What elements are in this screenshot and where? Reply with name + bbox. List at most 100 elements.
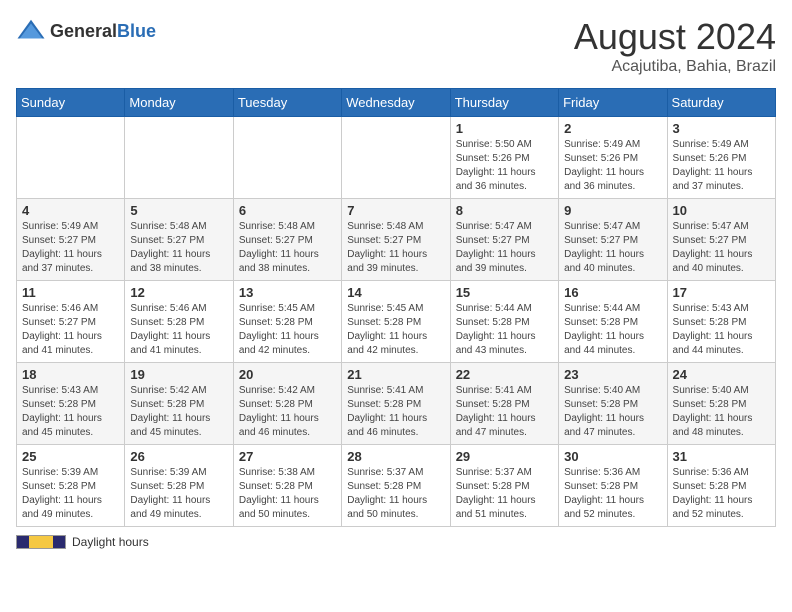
calendar-day-cell: 5 Sunrise: 5:48 AM Sunset: 5:27 PM Daylig… (125, 199, 233, 281)
day-of-week-header: Friday (559, 89, 667, 117)
day-info: Sunrise: 5:41 AM Sunset: 5:28 PM Dayligh… (456, 384, 553, 440)
calendar-footer: Daylight hours (16, 535, 776, 549)
day-number: 5 (130, 203, 227, 218)
day-number: 14 (347, 285, 444, 300)
calendar-day-cell: 1 Sunrise: 5:50 AM Sunset: 5:26 PM Daylig… (450, 117, 558, 199)
day-number: 13 (239, 285, 336, 300)
calendar-day-cell: 20Sunrise: 5:42 AM Sunset: 5:28 PM Dayli… (233, 363, 341, 445)
calendar-week-row: 1 Sunrise: 5:50 AM Sunset: 5:26 PM Daylig… (17, 117, 776, 199)
day-info: Sunrise: 5:38 AM Sunset: 5:28 PM Dayligh… (239, 466, 336, 522)
day-info: Sunrise: 5:47 AM Sunset: 5:27 PM Dayligh… (564, 220, 661, 276)
day-number: 27 (239, 449, 336, 464)
day-info: Sunrise: 5:48 AM Sunset: 5:27 PM Dayligh… (130, 220, 227, 276)
day-number: 19 (130, 367, 227, 382)
day-info: Sunrise: 5:40 AM Sunset: 5:28 PM Dayligh… (564, 384, 661, 440)
calendar-day-cell: 22Sunrise: 5:41 AM Sunset: 5:28 PM Dayli… (450, 363, 558, 445)
day-info: Sunrise: 5:36 AM Sunset: 5:28 PM Dayligh… (673, 466, 770, 522)
day-number: 16 (564, 285, 661, 300)
daylight-legend: Daylight hours (16, 535, 149, 549)
calendar-day-cell: 8Sunrise: 5:47 AM Sunset: 5:27 PM Daylig… (450, 199, 558, 281)
day-info: Sunrise: 5:49 AM Sunset: 5:27 PM Dayligh… (22, 220, 119, 276)
calendar-day-cell: 4 Sunrise: 5:49 AM Sunset: 5:27 PM Daylig… (17, 199, 125, 281)
day-number: 23 (564, 367, 661, 382)
day-info: Sunrise: 5:39 AM Sunset: 5:28 PM Dayligh… (22, 466, 119, 522)
calendar-day-cell (17, 117, 125, 199)
calendar-day-cell: 6 Sunrise: 5:48 AM Sunset: 5:27 PM Daylig… (233, 199, 341, 281)
day-of-week-header: Sunday (17, 89, 125, 117)
calendar-day-cell: 9 Sunrise: 5:47 AM Sunset: 5:27 PM Daylig… (559, 199, 667, 281)
calendar-day-cell: 27 Sunrise: 5:38 AM Sunset: 5:28 PM Dayli… (233, 445, 341, 527)
day-info: Sunrise: 5:45 AM Sunset: 5:28 PM Dayligh… (239, 302, 336, 358)
logo-text-general: General (50, 21, 117, 41)
calendar-day-cell: 12Sunrise: 5:46 AM Sunset: 5:28 PM Dayli… (125, 281, 233, 363)
logo-icon (16, 16, 46, 46)
calendar-day-cell: 28 Sunrise: 5:37 AM Sunset: 5:28 PM Dayli… (342, 445, 450, 527)
calendar-day-cell: 16 Sunrise: 5:44 AM Sunset: 5:28 PM Dayli… (559, 281, 667, 363)
day-of-week-header: Wednesday (342, 89, 450, 117)
day-number: 1 (456, 121, 553, 136)
calendar-day-cell: 26Sunrise: 5:39 AM Sunset: 5:28 PM Dayli… (125, 445, 233, 527)
day-number: 26 (130, 449, 227, 464)
day-info: Sunrise: 5:44 AM Sunset: 5:28 PM Dayligh… (456, 302, 553, 358)
daylight-label: Daylight hours (72, 535, 149, 549)
day-info: Sunrise: 5:45 AM Sunset: 5:28 PM Dayligh… (347, 302, 444, 358)
day-info: Sunrise: 5:46 AM Sunset: 5:27 PM Dayligh… (22, 302, 119, 358)
day-info: Sunrise: 5:43 AM Sunset: 5:28 PM Dayligh… (673, 302, 770, 358)
calendar-day-cell: 31Sunrise: 5:36 AM Sunset: 5:28 PM Dayli… (667, 445, 775, 527)
calendar-day-cell: 3Sunrise: 5:49 AM Sunset: 5:26 PM Daylig… (667, 117, 775, 199)
day-number: 24 (673, 367, 770, 382)
calendar-day-cell: 17 Sunrise: 5:43 AM Sunset: 5:28 PM Dayli… (667, 281, 775, 363)
calendar-day-cell: 21 Sunrise: 5:41 AM Sunset: 5:28 PM Dayli… (342, 363, 450, 445)
day-number: 20 (239, 367, 336, 382)
day-info: Sunrise: 5:44 AM Sunset: 5:28 PM Dayligh… (564, 302, 661, 358)
day-number: 25 (22, 449, 119, 464)
day-number: 21 (347, 367, 444, 382)
day-info: Sunrise: 5:47 AM Sunset: 5:27 PM Dayligh… (673, 220, 770, 276)
day-info: Sunrise: 5:50 AM Sunset: 5:26 PM Dayligh… (456, 138, 553, 194)
calendar-title: August 2024 (574, 16, 776, 58)
calendar-day-cell: 25 Sunrise: 5:39 AM Sunset: 5:28 PM Dayli… (17, 445, 125, 527)
day-info: Sunrise: 5:49 AM Sunset: 5:26 PM Dayligh… (564, 138, 661, 194)
logo-text-blue: Blue (117, 21, 156, 41)
calendar-day-cell (233, 117, 341, 199)
calendar-subtitle: Acajutiba, Bahia, Brazil (574, 58, 776, 76)
day-of-week-header: Saturday (667, 89, 775, 117)
day-of-week-header: Thursday (450, 89, 558, 117)
calendar-day-cell: 2 Sunrise: 5:49 AM Sunset: 5:26 PM Daylig… (559, 117, 667, 199)
day-number: 4 (22, 203, 119, 218)
legend-light (29, 536, 53, 548)
calendar-day-cell: 14 Sunrise: 5:45 AM Sunset: 5:28 PM Dayli… (342, 281, 450, 363)
day-info: Sunrise: 5:41 AM Sunset: 5:28 PM Dayligh… (347, 384, 444, 440)
day-info: Sunrise: 5:49 AM Sunset: 5:26 PM Dayligh… (673, 138, 770, 194)
legend-dark2 (53, 536, 65, 548)
title-block: August 2024 Acajutiba, Bahia, Brazil (574, 16, 776, 76)
day-number: 11 (22, 285, 119, 300)
calendar-week-row: 4 Sunrise: 5:49 AM Sunset: 5:27 PM Daylig… (17, 199, 776, 281)
page-header: GeneralBlue August 2024 Acajutiba, Bahia… (16, 16, 776, 76)
day-info: Sunrise: 5:43 AM Sunset: 5:28 PM Dayligh… (22, 384, 119, 440)
day-info: Sunrise: 5:40 AM Sunset: 5:28 PM Dayligh… (673, 384, 770, 440)
calendar-day-cell: 18Sunrise: 5:43 AM Sunset: 5:28 PM Dayli… (17, 363, 125, 445)
day-info: Sunrise: 5:36 AM Sunset: 5:28 PM Dayligh… (564, 466, 661, 522)
calendar-week-row: 18Sunrise: 5:43 AM Sunset: 5:28 PM Dayli… (17, 363, 776, 445)
calendar-day-cell: 24 Sunrise: 5:40 AM Sunset: 5:28 PM Dayli… (667, 363, 775, 445)
legend-bar (16, 535, 66, 549)
calendar-day-cell (342, 117, 450, 199)
day-number: 28 (347, 449, 444, 464)
day-number: 10 (673, 203, 770, 218)
day-of-week-header: Monday (125, 89, 233, 117)
day-number: 9 (564, 203, 661, 218)
day-number: 2 (564, 121, 661, 136)
day-number: 30 (564, 449, 661, 464)
day-info: Sunrise: 5:47 AM Sunset: 5:27 PM Dayligh… (456, 220, 553, 276)
calendar-day-cell: 11 Sunrise: 5:46 AM Sunset: 5:27 PM Dayli… (17, 281, 125, 363)
day-info: Sunrise: 5:42 AM Sunset: 5:28 PM Dayligh… (130, 384, 227, 440)
calendar-day-cell: 13 Sunrise: 5:45 AM Sunset: 5:28 PM Dayli… (233, 281, 341, 363)
logo: GeneralBlue (16, 16, 156, 46)
day-number: 6 (239, 203, 336, 218)
day-info: Sunrise: 5:48 AM Sunset: 5:27 PM Dayligh… (239, 220, 336, 276)
day-number: 17 (673, 285, 770, 300)
day-info: Sunrise: 5:46 AM Sunset: 5:28 PM Dayligh… (130, 302, 227, 358)
calendar-day-cell: 30 Sunrise: 5:36 AM Sunset: 5:28 PM Dayli… (559, 445, 667, 527)
day-info: Sunrise: 5:37 AM Sunset: 5:28 PM Dayligh… (347, 466, 444, 522)
